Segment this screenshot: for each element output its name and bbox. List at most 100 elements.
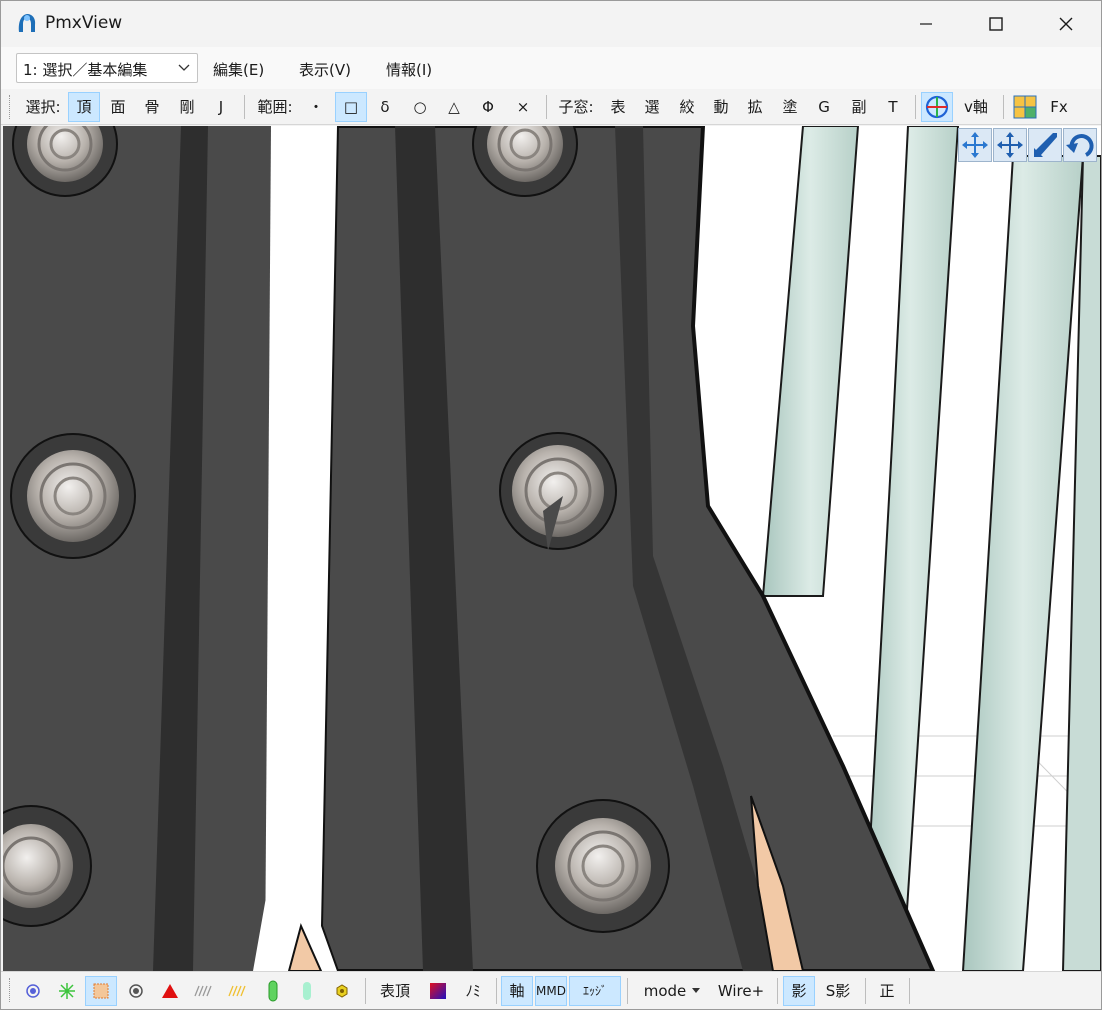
weight-grid-icon (93, 983, 109, 999)
window-title: PmxView (45, 13, 123, 33)
show-weight-button[interactable] (85, 976, 117, 1006)
toolbar-grip[interactable] (9, 95, 11, 119)
axis-gizmo-icon (925, 95, 949, 119)
view-split-button[interactable] (1009, 92, 1041, 122)
caret-down-icon (692, 988, 701, 993)
range-phi-button[interactable]: Φ (472, 92, 504, 122)
3d-viewport[interactable] (3, 126, 1101, 971)
vertex-dot-icon (26, 984, 40, 998)
child-paint-button[interactable]: 塗 (774, 92, 806, 122)
show-face-button[interactable] (154, 976, 186, 1006)
chevron-down-icon (178, 64, 190, 71)
diagonal-arrow-icon (1034, 133, 1057, 157)
child-scale-button[interactable]: 拡 (739, 92, 771, 122)
wire-plus-button[interactable]: Wire+ (713, 976, 769, 1006)
range-label: 範囲: (257, 98, 293, 116)
toolbar: 選択: 頂 面 骨 剛 J 範囲: ・ □ δ ○ △ Φ × 子窓: 表 選 … (1, 89, 1101, 125)
mmd-button[interactable]: MMD (535, 976, 567, 1006)
statusbar-grip[interactable] (9, 978, 11, 1002)
red-triangle-icon (162, 984, 178, 998)
axis-gizmo-button[interactable] (921, 92, 953, 122)
camera-pan-button[interactable] (958, 128, 992, 162)
status-bar: 表頂 ﾉﾐ 軸 MMD ｴｯｼﾞ mode Wire+ 影 S影 正 (1, 971, 1101, 1009)
close-icon (1059, 17, 1073, 31)
toolbar-separator (1003, 95, 1004, 119)
statusbar-separator (777, 978, 778, 1004)
model-render (3, 126, 1101, 971)
move-arrows-icon (962, 132, 988, 158)
select-face-button[interactable]: 面 (102, 92, 134, 122)
self-shadow-button[interactable]: S影 (819, 976, 857, 1006)
pmxview-window: PmxView 1: 選択／基本編集 編集(E) 表示(V) 情報(I) 選択:… (0, 0, 1102, 1010)
mode-label: mode (643, 982, 687, 1000)
material-color-button[interactable] (422, 976, 454, 1006)
range-clear-button[interactable]: × (507, 92, 539, 122)
mode-dropdown[interactable]: mode (635, 976, 709, 1006)
select-rigid-button[interactable]: 剛 (171, 92, 203, 122)
camera-rotate-button[interactable] (1063, 128, 1097, 162)
nomi-button[interactable]: ﾉﾐ (457, 976, 489, 1006)
edit-mode-value: 1: 選択／基本編集 (23, 61, 148, 79)
camera-zoom-button[interactable] (1028, 128, 1062, 162)
child-move-button[interactable]: 動 (705, 92, 737, 122)
hatch-yellow-icon (228, 985, 246, 997)
capsule-light-icon (303, 982, 311, 1000)
camera-move-button[interactable] (993, 128, 1027, 162)
title-bar[interactable]: PmxView (1, 1, 1101, 47)
color-swatch-icon (430, 983, 446, 999)
show-uv-button[interactable] (222, 976, 254, 1006)
front-view-button[interactable]: 正 (871, 976, 903, 1006)
menu-edit[interactable]: 編集(E) (213, 59, 264, 80)
child-filter-button[interactable]: 絞 (671, 92, 703, 122)
edit-mode-select[interactable]: 1: 選択／基本編集 (16, 53, 198, 83)
select-vertex-button[interactable]: 頂 (68, 92, 100, 122)
toolbar-separator (546, 95, 547, 119)
minimize-icon (920, 23, 932, 25)
show-normal-button[interactable] (51, 976, 83, 1006)
child-t-button[interactable]: T (877, 92, 909, 122)
range-circle-button[interactable]: ○ (404, 92, 436, 122)
v-axis-button[interactable]: v軸 (959, 92, 993, 122)
menu-view[interactable]: 表示(V) (299, 59, 351, 80)
show-vertex-button[interactable] (17, 976, 49, 1006)
close-button[interactable] (1031, 1, 1101, 47)
menu-bar: 1: 選択／基本編集 編集(E) 表示(V) 情報(I) (1, 47, 1101, 89)
edge-button[interactable]: ｴｯｼﾞ (569, 976, 621, 1006)
child-sub-button[interactable]: 副 (843, 92, 875, 122)
maximize-button[interactable] (961, 1, 1031, 47)
app-icon (18, 14, 36, 32)
range-triangle-button[interactable]: △ (438, 92, 470, 122)
show-rigid-button[interactable] (257, 976, 289, 1006)
statusbar-separator (865, 978, 866, 1004)
show-joint-button[interactable] (291, 976, 323, 1006)
minimize-button[interactable] (891, 1, 961, 47)
shadow-button[interactable]: 影 (783, 976, 815, 1006)
spark-green-icon (59, 983, 75, 999)
target-dot-icon (129, 984, 143, 998)
child-g-button[interactable]: G (808, 92, 840, 122)
statusbar-separator (627, 978, 628, 1004)
toolbar-separator (244, 95, 245, 119)
select-bone-button[interactable]: 骨 (136, 92, 168, 122)
child-window-label: 子窓: (558, 98, 594, 116)
show-bone-button[interactable] (120, 976, 152, 1006)
show-edge-lines-button[interactable] (188, 976, 220, 1006)
cross-arrows-icon (997, 132, 1023, 158)
four-pane-icon (1013, 95, 1037, 119)
range-rect-button[interactable]: □ (335, 92, 367, 122)
select-joint-button[interactable]: J (205, 92, 237, 122)
toolbar-separator (915, 95, 916, 119)
range-delta-button[interactable]: δ (369, 92, 401, 122)
select-label: 選択: (25, 98, 61, 116)
show-morph-vertex-button[interactable]: 表頂 (373, 976, 417, 1006)
child-select-button[interactable]: 選 (636, 92, 668, 122)
menu-info[interactable]: 情報(I) (386, 59, 432, 80)
statusbar-separator (909, 978, 910, 1004)
statusbar-separator (496, 978, 497, 1004)
axis-button[interactable]: 軸 (501, 976, 533, 1006)
fx-button[interactable]: Fx (1044, 92, 1074, 122)
child-table-button[interactable]: 表 (602, 92, 634, 122)
range-point-button[interactable]: ・ (300, 92, 332, 122)
cube-yellow-icon (336, 984, 348, 998)
show-softbody-button[interactable] (326, 976, 358, 1006)
